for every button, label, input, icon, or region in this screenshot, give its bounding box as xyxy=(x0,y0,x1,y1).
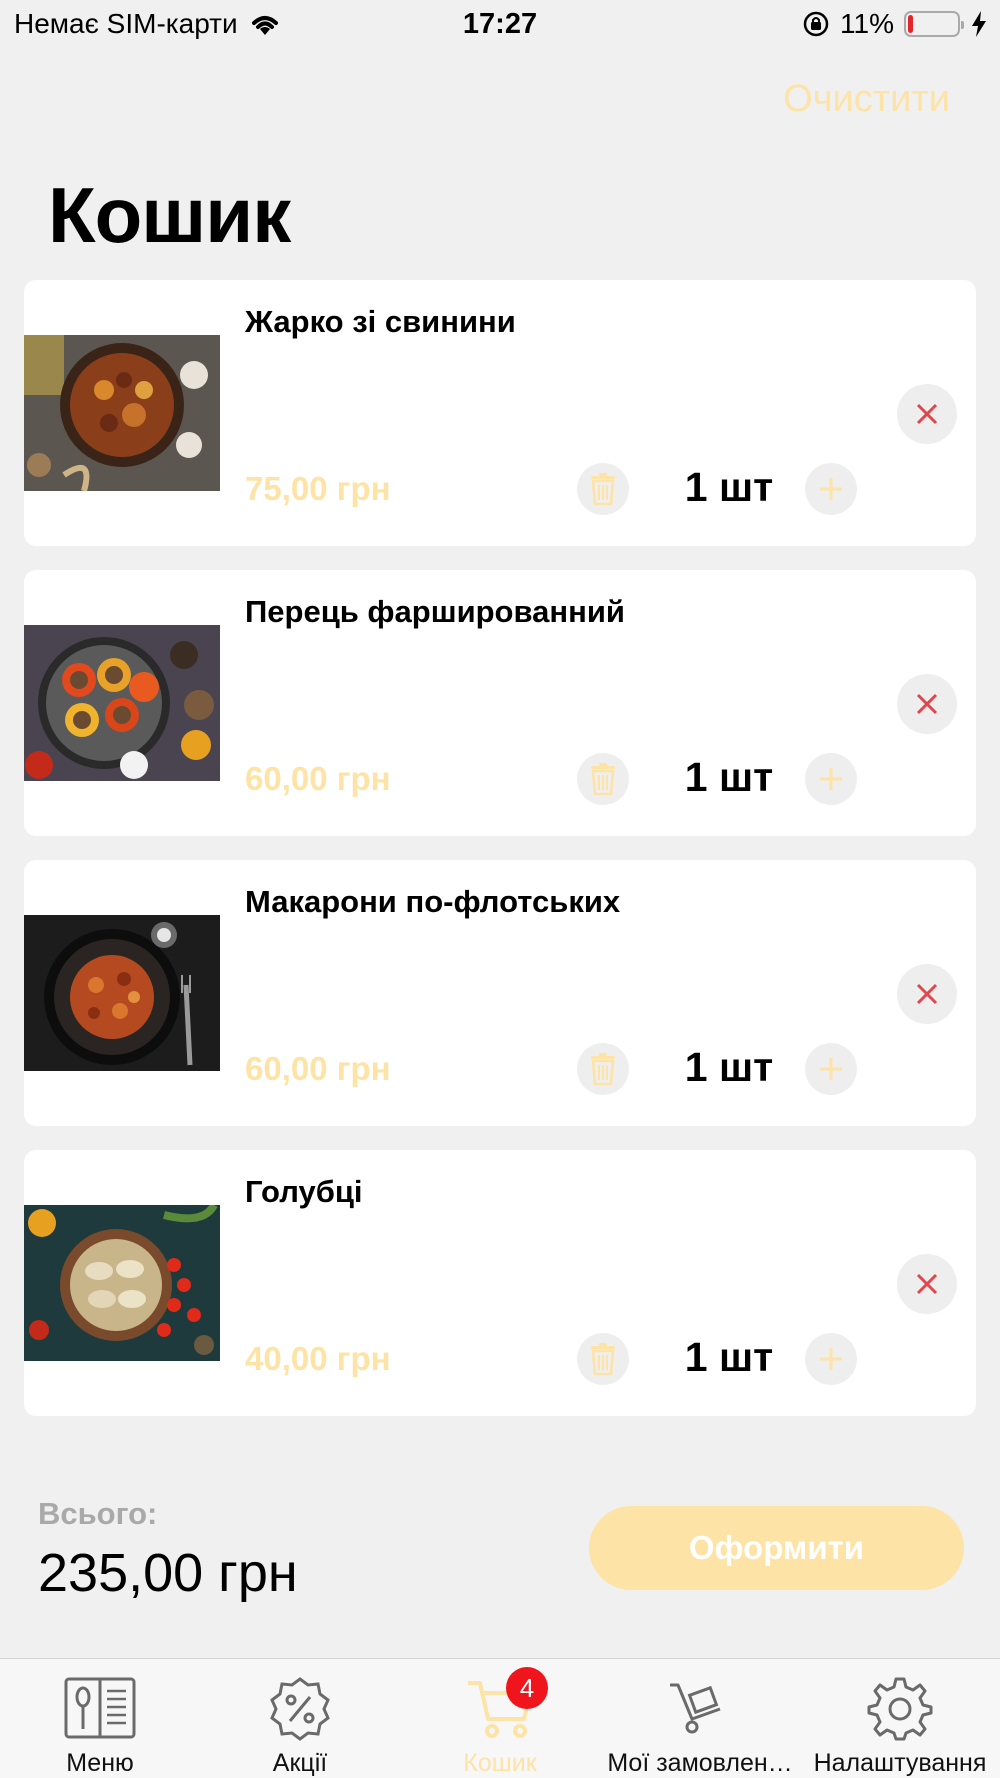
decrease-button[interactable] xyxy=(577,1043,629,1095)
status-right: 11% xyxy=(802,8,988,40)
item-quantity: 1 шт xyxy=(684,1044,774,1090)
cabbage-rolls-photo xyxy=(24,1205,220,1361)
item-price: 75,00 грн xyxy=(245,470,391,507)
remove-item-button[interactable] xyxy=(897,964,957,1024)
clear-cart-button[interactable]: Очистити xyxy=(783,78,950,121)
checkout-button[interactable]: Оформити xyxy=(589,1506,964,1590)
tab-my-orders[interactable]: Мої замовлен… xyxy=(600,1659,800,1778)
gear-icon xyxy=(867,1677,933,1741)
remove-item-button[interactable] xyxy=(897,384,957,444)
item-quantity: 1 шт xyxy=(684,1334,774,1380)
tab-label: Налаштування xyxy=(813,1749,987,1777)
pork-stew-photo xyxy=(24,335,220,491)
increase-button[interactable] xyxy=(805,1333,857,1385)
remove-item-button[interactable] xyxy=(897,1254,957,1314)
item-quantity: 1 шт xyxy=(684,754,774,800)
tab-label: Кошик xyxy=(463,1749,537,1777)
cart-item: Голубці 40,00 грн 1 шт xyxy=(24,1150,976,1416)
plus-icon xyxy=(820,478,842,500)
delivery-cart-icon xyxy=(670,1683,721,1734)
close-icon xyxy=(916,693,938,715)
item-name: Жарко зі свинини xyxy=(245,304,516,339)
battery-percent: 11% xyxy=(840,8,894,39)
tab-bar: Меню Акції 4 Кошик Мої замовлен… Налашту… xyxy=(0,1658,1000,1778)
tab-label: Мої замовлен… xyxy=(607,1749,793,1777)
item-quantity: 1 шт xyxy=(684,464,774,510)
tab-label: Меню xyxy=(66,1749,134,1777)
item-price: 60,00 грн xyxy=(245,1050,391,1087)
tab-promotions[interactable]: Акції xyxy=(200,1659,400,1778)
decrease-button[interactable] xyxy=(577,463,629,515)
cart-item: Перець фаршированний 60,00 грн 1 шт xyxy=(24,570,976,836)
close-icon xyxy=(916,983,938,1005)
charging-icon xyxy=(972,11,986,37)
status-bar: Немає SIM-карти 17:27 11% xyxy=(0,0,1000,50)
battery-level xyxy=(908,15,913,33)
tab-menu[interactable]: Меню xyxy=(0,1659,200,1778)
item-price: 60,00 грн xyxy=(245,760,391,797)
plus-icon xyxy=(820,1058,842,1080)
item-name: Перець фаршированний xyxy=(245,594,625,629)
item-name: Макарони по-флотських xyxy=(245,884,621,919)
trash-icon xyxy=(591,763,615,796)
cart-item: Жарко зі свинини 75,00 грн 1 шт xyxy=(24,280,976,546)
decrease-button[interactable] xyxy=(577,753,629,805)
tab-cart[interactable]: 4 Кошик xyxy=(400,1659,600,1778)
orientation-lock-icon xyxy=(803,11,829,37)
battery-icon xyxy=(904,11,964,37)
cart-item: Макарони по-флотських 60,00 грн 1 шт xyxy=(24,860,976,1126)
trash-icon xyxy=(591,1053,615,1086)
decrease-button[interactable] xyxy=(577,1333,629,1385)
trash-icon xyxy=(591,1343,615,1376)
menu-book-icon xyxy=(64,1677,136,1739)
increase-button[interactable] xyxy=(805,753,857,805)
total-value: 235,00 грн xyxy=(38,1543,298,1603)
tab-settings[interactable]: Налаштування xyxy=(800,1659,1000,1778)
close-icon xyxy=(916,1273,938,1295)
page-title: Кошик xyxy=(48,171,291,259)
tab-label: Акції xyxy=(272,1749,328,1777)
increase-button[interactable] xyxy=(805,463,857,515)
navy-pasta-photo xyxy=(24,915,220,1071)
total-label: Всього: xyxy=(38,1496,158,1531)
trash-icon xyxy=(591,473,615,506)
item-price: 40,00 грн xyxy=(245,1340,391,1377)
discount-badge-icon xyxy=(270,1677,330,1741)
stuffed-peppers-photo xyxy=(24,625,220,781)
close-icon xyxy=(916,403,938,425)
remove-item-button[interactable] xyxy=(897,674,957,734)
plus-icon xyxy=(820,768,842,790)
cart-list: Жарко зі свинини 75,00 грн 1 шт Перець ф… xyxy=(24,280,976,1440)
item-name: Голубці xyxy=(245,1174,363,1209)
cart-count-badge: 4 xyxy=(506,1667,548,1709)
plus-icon xyxy=(820,1348,842,1370)
increase-button[interactable] xyxy=(805,1043,857,1095)
